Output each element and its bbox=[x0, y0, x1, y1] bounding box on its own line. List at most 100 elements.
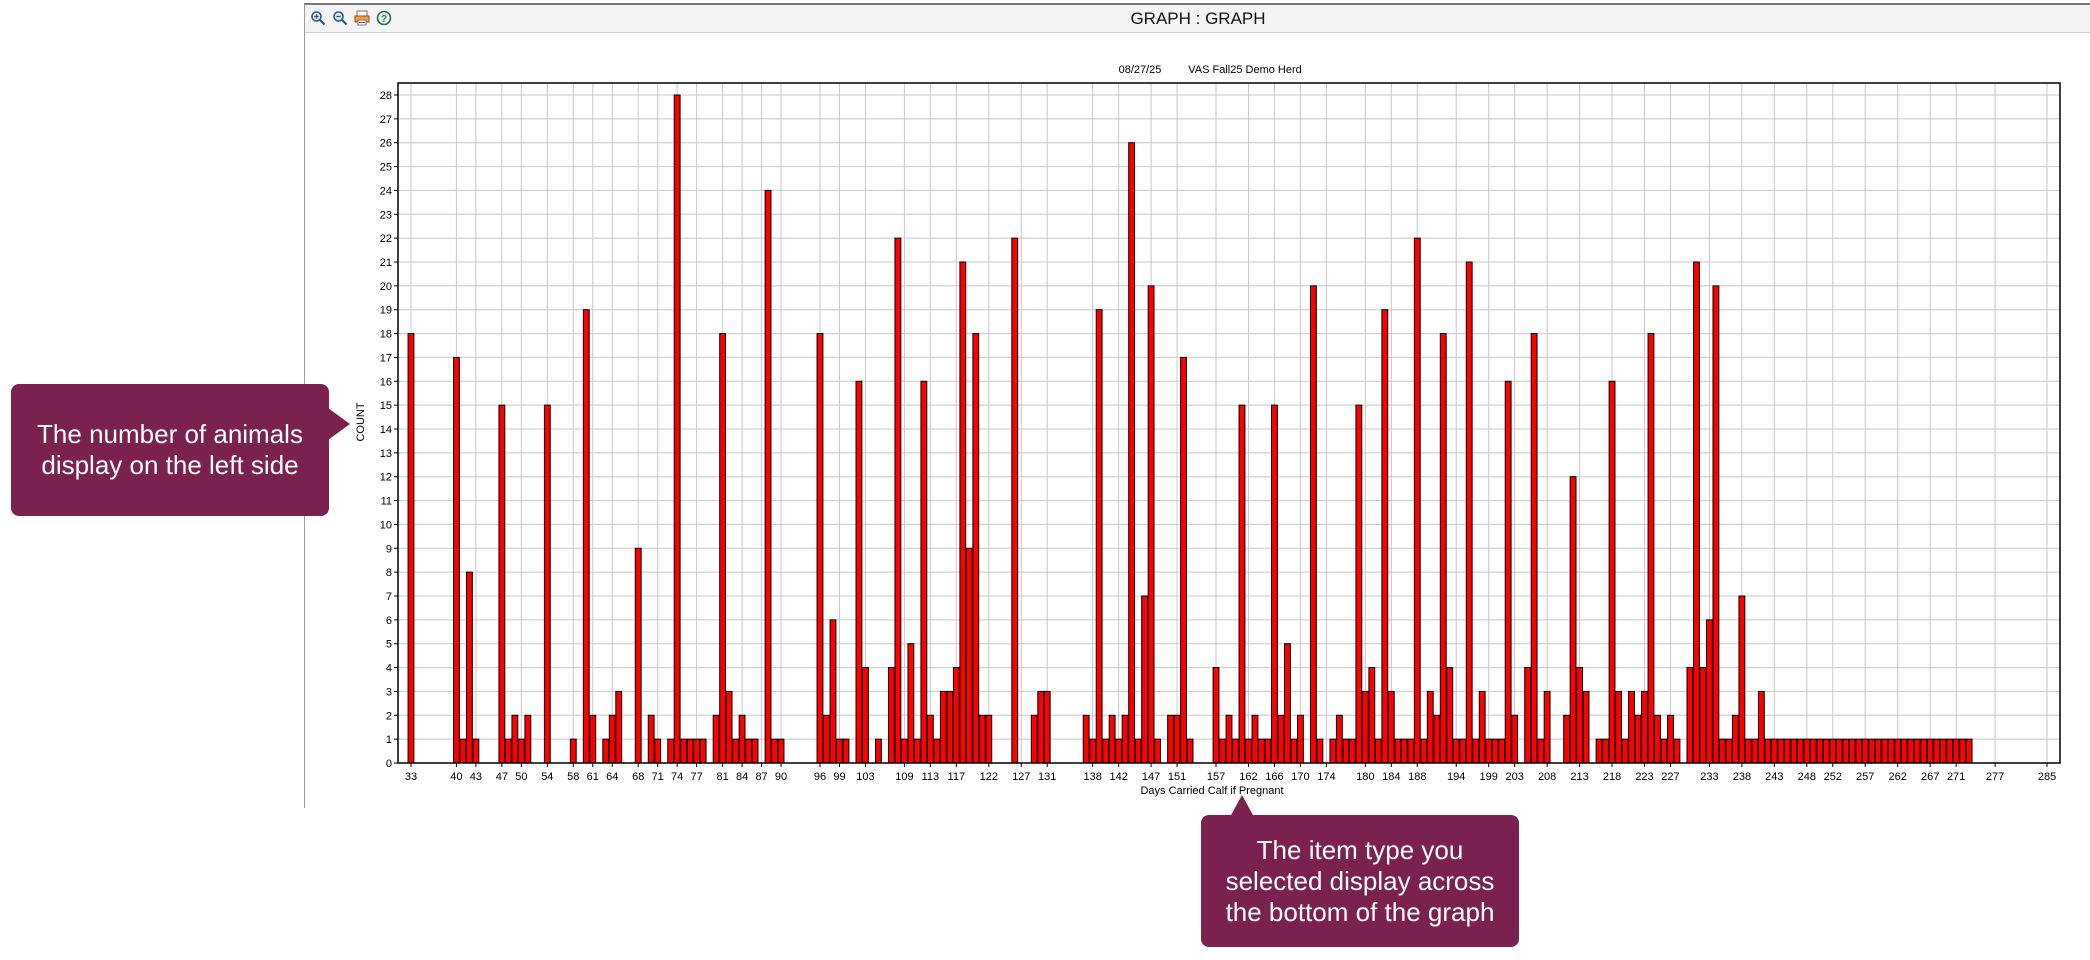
bar bbox=[1361, 690, 1369, 764]
bar bbox=[1615, 690, 1622, 764]
bar bbox=[1251, 714, 1259, 764]
bar bbox=[1290, 738, 1298, 764]
bar bbox=[1452, 738, 1460, 764]
bar bbox=[1180, 356, 1187, 764]
x-tick-label: 109 bbox=[895, 771, 913, 783]
bar bbox=[1108, 714, 1116, 764]
bar bbox=[1264, 738, 1272, 764]
bar bbox=[1764, 738, 1772, 764]
bar bbox=[1855, 738, 1863, 764]
x-tick-label: 99 bbox=[833, 771, 845, 783]
x-tick-label: 64 bbox=[606, 771, 618, 783]
bar bbox=[1154, 738, 1162, 764]
x-tick-label: 170 bbox=[1291, 771, 1309, 783]
bar bbox=[1348, 738, 1356, 764]
bar bbox=[1933, 738, 1941, 764]
bar bbox=[816, 333, 824, 764]
bar bbox=[1225, 714, 1233, 764]
bar bbox=[823, 714, 830, 764]
x-tick-label: 74 bbox=[671, 771, 683, 783]
bar bbox=[1277, 714, 1285, 764]
bar bbox=[1342, 738, 1350, 764]
bar bbox=[1848, 738, 1856, 764]
bar bbox=[1569, 476, 1577, 764]
x-tick-label: 271 bbox=[1947, 771, 1965, 783]
x-tick-label: 238 bbox=[1733, 771, 1751, 783]
bar bbox=[1271, 404, 1278, 764]
y-tick-label: 13 bbox=[380, 448, 392, 460]
bar bbox=[1654, 714, 1661, 764]
bar bbox=[1757, 690, 1765, 764]
bar bbox=[959, 261, 967, 764]
bar bbox=[647, 714, 655, 764]
bar bbox=[1563, 714, 1571, 764]
bar bbox=[1913, 738, 1921, 764]
bar bbox=[1387, 690, 1395, 764]
x-tick-label: 166 bbox=[1265, 771, 1283, 783]
bar bbox=[1647, 333, 1655, 764]
callout-bottom-text: The item type you selected display acros… bbox=[1225, 834, 1495, 927]
bar bbox=[1738, 595, 1746, 764]
y-tick-label: 27 bbox=[380, 114, 392, 126]
bar bbox=[1498, 738, 1506, 764]
bar bbox=[1835, 738, 1843, 764]
y-tick-label: 9 bbox=[386, 543, 392, 555]
y-tick-label: 5 bbox=[386, 639, 392, 651]
bar bbox=[693, 738, 701, 764]
x-tick-label: 174 bbox=[1317, 771, 1335, 783]
x-tick-label: 58 bbox=[567, 771, 579, 783]
bar bbox=[524, 714, 532, 764]
bar bbox=[1796, 738, 1804, 764]
bar bbox=[972, 333, 980, 764]
bar bbox=[1874, 738, 1882, 764]
bar bbox=[1706, 619, 1713, 764]
bar bbox=[1089, 738, 1097, 764]
bar bbox=[842, 738, 850, 764]
bar bbox=[1511, 714, 1519, 764]
y-tick-label: 0 bbox=[386, 758, 392, 770]
bar bbox=[634, 547, 642, 764]
x-tick-label: 50 bbox=[515, 771, 527, 783]
bar bbox=[1102, 738, 1110, 764]
bar bbox=[407, 333, 415, 764]
x-tick-label: 157 bbox=[1207, 771, 1225, 783]
bar bbox=[1141, 595, 1149, 764]
x-tick-label: 223 bbox=[1635, 771, 1653, 783]
bar bbox=[511, 714, 519, 764]
callout-bottom-pointer bbox=[1230, 795, 1254, 817]
bar bbox=[978, 714, 986, 764]
y-tick-label: 25 bbox=[380, 162, 392, 174]
bar bbox=[1433, 714, 1441, 764]
bar bbox=[887, 667, 895, 764]
bar bbox=[1621, 738, 1629, 764]
callout-left-pointer bbox=[328, 408, 350, 440]
x-tick-label: 87 bbox=[755, 771, 767, 783]
bar bbox=[1628, 690, 1635, 764]
bar bbox=[1296, 714, 1304, 764]
bar bbox=[667, 738, 675, 764]
bar bbox=[1965, 738, 1973, 764]
y-tick-label: 7 bbox=[386, 591, 392, 603]
x-tick-label: 243 bbox=[1765, 771, 1783, 783]
bar bbox=[615, 690, 623, 764]
x-tick-label: 233 bbox=[1700, 771, 1718, 783]
y-tick-label: 20 bbox=[380, 281, 392, 293]
bar bbox=[1602, 738, 1609, 764]
bar bbox=[699, 738, 707, 764]
bar bbox=[1667, 714, 1674, 764]
bar bbox=[1693, 261, 1700, 764]
bar bbox=[654, 738, 662, 764]
bar bbox=[459, 738, 467, 764]
bar bbox=[1147, 285, 1155, 764]
bar bbox=[686, 738, 694, 764]
bar bbox=[732, 738, 740, 764]
bar bbox=[836, 738, 843, 764]
bar bbox=[1868, 738, 1876, 764]
x-tick-label: 218 bbox=[1603, 771, 1621, 783]
bar bbox=[926, 714, 934, 764]
bar bbox=[608, 714, 616, 764]
bar bbox=[933, 738, 941, 764]
bar bbox=[1946, 738, 1954, 764]
x-tick-label: 122 bbox=[980, 771, 998, 783]
x-tick-label: 285 bbox=[2038, 771, 2056, 783]
